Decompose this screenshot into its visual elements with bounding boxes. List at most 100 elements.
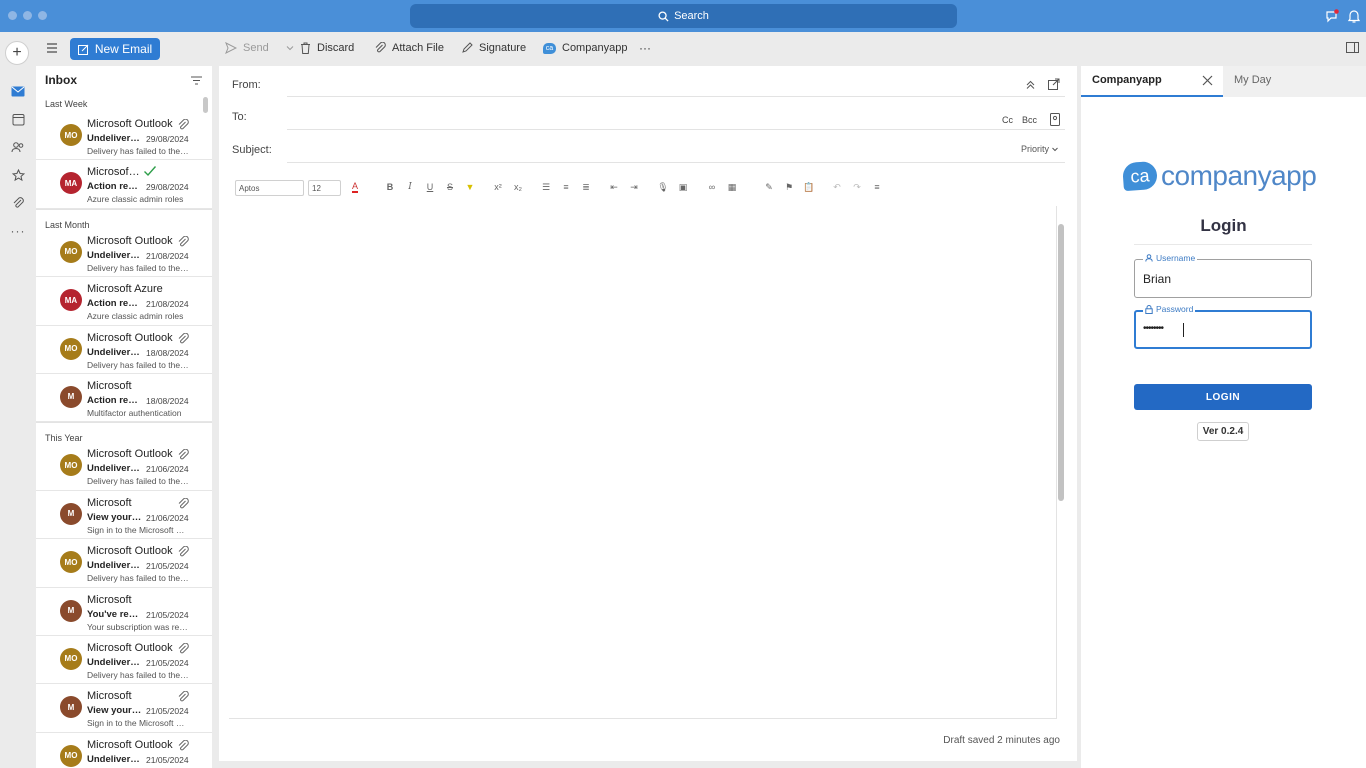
paste-button[interactable]: 📋: [802, 180, 816, 194]
minimize-window-button[interactable]: [23, 11, 32, 20]
close-icon[interactable]: [1202, 75, 1213, 86]
subject-field[interactable]: [287, 162, 1065, 163]
font-color-button[interactable]: A: [348, 180, 362, 194]
microphone-icon: 🎙: [657, 181, 669, 192]
pane-toggle-icon[interactable]: [1346, 41, 1359, 54]
avatar: MA: [60, 289, 82, 312]
from-field[interactable]: [287, 96, 1065, 97]
search-label: Search: [674, 10, 709, 22]
new-email-button[interactable]: New Email: [70, 38, 160, 60]
subject-label: Subject:: [232, 144, 272, 156]
list-item[interactable]: MA Microsoft Azure Action required29/08/20…: [36, 160, 212, 209]
search-bar[interactable]: Search: [410, 4, 957, 28]
insert-picture-button[interactable]: ▣: [676, 180, 690, 194]
subscript-button[interactable]: x₂: [511, 180, 525, 194]
popout-icon[interactable]: [1048, 78, 1060, 90]
list-item[interactable]: MA Microsoft Azure Action required21/08/20…: [36, 277, 212, 326]
password-field[interactable]: Password ••••••••: [1134, 304, 1312, 349]
editor-button[interactable]: ✎: [762, 180, 776, 194]
list-item[interactable]: MO Microsoft Outlook Undeliverable:18/08/2…: [36, 326, 212, 374]
new-item-button[interactable]: +: [5, 41, 29, 65]
tab-companyapp[interactable]: Companyapp: [1081, 66, 1223, 97]
calendar-nav-button[interactable]: [7, 108, 29, 130]
align-button[interactable]: ≣: [579, 180, 593, 194]
message-list-scrollbar[interactable]: [203, 97, 208, 113]
bcc-button[interactable]: Bcc: [1022, 115, 1037, 125]
new-email-label: New Email: [94, 42, 153, 56]
from-label: From:: [232, 79, 261, 91]
list-item[interactable]: MO Microsoft Outlook Undeliverable:21/06/2…: [36, 442, 212, 491]
discard-button[interactable]: Discard: [300, 40, 354, 56]
italic-button[interactable]: I: [403, 180, 417, 194]
companyapp-addin-button[interactable]: ca Companyapp: [543, 40, 627, 56]
clipboard-icon: 📋: [803, 181, 815, 192]
list-item[interactable]: M Microsoft View your invoice21/06/2024Sig…: [36, 491, 212, 540]
bullets-button[interactable]: ☰: [539, 180, 553, 194]
chevron-down-icon[interactable]: [285, 43, 295, 53]
attach-file-button[interactable]: Attach File: [374, 40, 444, 56]
redo-button[interactable]: ↷: [850, 180, 864, 194]
feedback-icon[interactable]: [1324, 8, 1340, 24]
people-nav-button[interactable]: [7, 136, 29, 158]
username-field[interactable]: Username Brian: [1134, 253, 1312, 298]
draft-status: Draft saved 2 minutes ago: [943, 735, 1060, 746]
dictate-button[interactable]: 🎙: [656, 180, 670, 194]
compose-scrollbar[interactable]: [1058, 224, 1064, 501]
address-book-icon[interactable]: [1050, 113, 1060, 126]
list-item[interactable]: MO Microsoft Outlook Undeliverable:21/08/2…: [36, 229, 212, 278]
insert-link-button[interactable]: ∞: [705, 180, 719, 194]
superscript-button[interactable]: x²: [491, 180, 505, 194]
avatar: M: [60, 696, 82, 719]
list-item[interactable]: MO Microsoft Outlook Undeliverable:21/05/2…: [36, 539, 212, 588]
avatar: M: [60, 385, 82, 408]
favorites-nav-button[interactable]: [7, 164, 29, 186]
subject-text: View your invoice: [87, 511, 143, 523]
user-icon: [1145, 254, 1153, 262]
filter-icon[interactable]: [191, 76, 202, 85]
login-button[interactable]: LOGIN: [1134, 384, 1312, 410]
list-item[interactable]: MO Microsoft Outlook Undeliverable:29/08/2…: [36, 112, 212, 161]
message-body-editor[interactable]: [229, 206, 1057, 719]
send-button[interactable]: Send: [225, 40, 295, 56]
list-item[interactable]: M Microsoft You've renewed21/05/2024Your s…: [36, 588, 212, 636]
signature-button[interactable]: Signature: [461, 40, 526, 56]
more-formatting-button[interactable]: ≡: [870, 180, 884, 194]
more-apps-button[interactable]: ···: [7, 220, 29, 242]
priority-dropdown[interactable]: Priority: [1021, 144, 1059, 154]
to-label: To:: [232, 111, 247, 123]
mail-nav-button[interactable]: [7, 80, 29, 102]
bold-button[interactable]: B: [383, 180, 397, 194]
strikethrough-button[interactable]: S: [443, 180, 457, 194]
collapse-header-icon[interactable]: [1025, 79, 1036, 90]
superscript-icon: x²: [494, 182, 502, 192]
font-size-select[interactable]: 12: [308, 180, 341, 196]
subject-text: Undeliverable:: [87, 133, 143, 144]
to-field[interactable]: [287, 129, 1065, 130]
attach-file-label: Attach File: [392, 42, 444, 54]
hamburger-menu-icon[interactable]: [44, 40, 60, 56]
decrease-indent-button[interactable]: ⇤: [607, 180, 621, 194]
list-item[interactable]: MO Microsoft Outlook Undeliverable:21/05/2…: [36, 636, 212, 685]
zoom-window-button[interactable]: [38, 11, 47, 20]
apps-nav-button[interactable]: [7, 192, 29, 214]
close-window-button[interactable]: [8, 11, 17, 20]
undo-button[interactable]: ↶: [830, 180, 844, 194]
font-family-select[interactable]: Aptos: [235, 180, 304, 196]
highlight-button[interactable]: ▼: [463, 180, 477, 194]
underline-button[interactable]: U: [423, 180, 437, 194]
tab-my-day[interactable]: My Day: [1223, 66, 1366, 97]
notifications-bell-icon[interactable]: [1346, 8, 1362, 24]
inbox-title: Inbox: [45, 73, 77, 87]
format-painter-button[interactable]: ⚑: [782, 180, 796, 194]
insert-table-button[interactable]: ▦: [725, 180, 739, 194]
list-item[interactable]: MO Microsoft Outlook Undeliverable:21/05/2…: [36, 733, 212, 768]
preview-text: Azure classic admin roles: [87, 194, 184, 205]
attachment-icon: [177, 545, 189, 558]
cc-button[interactable]: Cc: [1002, 115, 1013, 125]
more-options-button[interactable]: ···: [639, 40, 651, 56]
list-item[interactable]: M Microsoft View your invoice21/05/2024Sig…: [36, 684, 212, 733]
attachment-icon: [177, 449, 189, 461]
list-item[interactable]: M Microsoft Action required18/08/2024Multi…: [36, 374, 212, 423]
numbering-button[interactable]: ≡: [559, 180, 573, 194]
increase-indent-button[interactable]: ⇥: [627, 180, 641, 194]
